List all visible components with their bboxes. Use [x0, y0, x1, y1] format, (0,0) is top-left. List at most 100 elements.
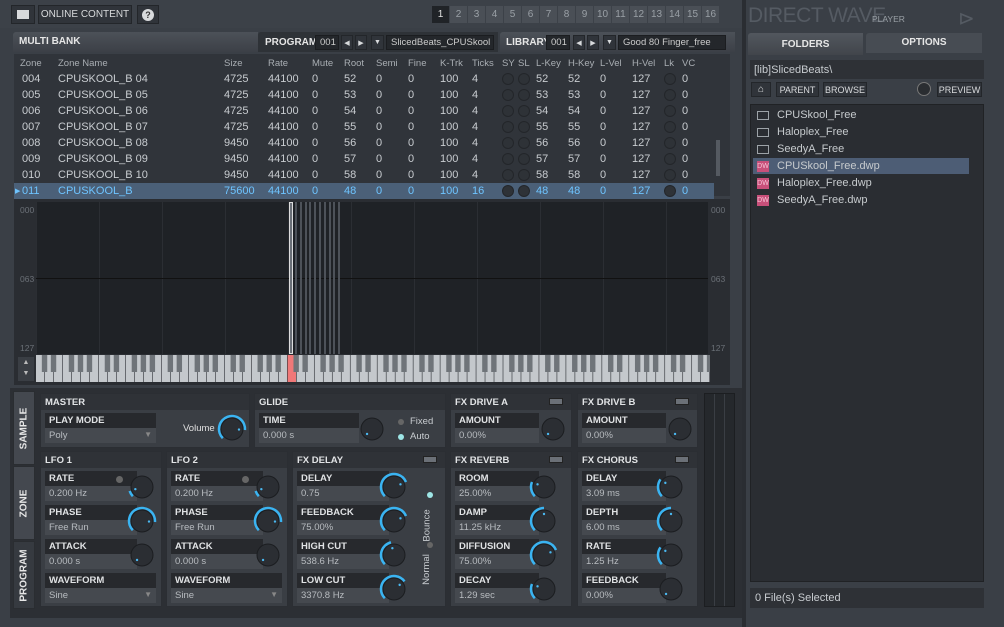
- library-name[interactable]: Good 80 Finger_free: [618, 35, 726, 50]
- black-key[interactable]: [302, 355, 308, 372]
- lfo2-attack-knob[interactable]: [253, 540, 283, 570]
- column-header[interactable]: Ticks: [472, 58, 494, 69]
- black-key[interactable]: [194, 355, 201, 372]
- fx_reverb-damp-knob[interactable]: [529, 506, 559, 536]
- fx_reverb-room-knob[interactable]: [529, 472, 559, 502]
- black-key[interactable]: [275, 355, 281, 372]
- sync-toggle[interactable]: [502, 121, 514, 133]
- tab-program[interactable]: PROGRAM: [13, 541, 35, 609]
- sync-toggle[interactable]: [502, 153, 514, 165]
- black-key[interactable]: [652, 355, 659, 372]
- black-key[interactable]: [518, 355, 524, 372]
- sync-toggle[interactable]: [502, 89, 514, 101]
- black-key[interactable]: [706, 355, 710, 372]
- column-header[interactable]: L-Vel: [600, 58, 622, 69]
- table-row[interactable]: 009 CPUSKOOL_B 09 9450 44100 0 57 0 0 100 4 57 57 0 1…: [14, 151, 714, 167]
- sync-toggle[interactable]: [502, 169, 514, 181]
- black-key[interactable]: [572, 355, 578, 372]
- lock-toggle[interactable]: [664, 121, 676, 133]
- lfo1-rate-knob[interactable]: [127, 472, 157, 502]
- program-prev-button[interactable]: ◀: [341, 35, 353, 50]
- library-prev-button[interactable]: ◀: [573, 35, 585, 50]
- column-header[interactable]: K-Trk: [440, 58, 463, 69]
- lock-toggle[interactable]: [664, 89, 676, 101]
- file-list-item[interactable]: DW SeedyA_Free.dwp: [753, 192, 969, 208]
- tab-zone[interactable]: ZONE: [13, 466, 35, 540]
- black-key[interactable]: [239, 355, 245, 372]
- library-next-button[interactable]: ▶: [587, 35, 599, 50]
- path-field[interactable]: [lib]SlicedBeats\: [750, 60, 984, 79]
- zone-map[interactable]: [36, 202, 708, 354]
- page-button-1[interactable]: 1: [432, 6, 449, 23]
- library-dropdown-button[interactable]: ▼: [603, 35, 616, 50]
- black-key[interactable]: [634, 355, 641, 372]
- lock-toggle[interactable]: [664, 137, 676, 149]
- page-button-11[interactable]: 11: [612, 6, 629, 23]
- preview-volume-knob[interactable]: [917, 82, 931, 96]
- black-key[interactable]: [104, 355, 111, 372]
- zone-slice[interactable]: [328, 202, 331, 354]
- lock-toggle[interactable]: [664, 169, 676, 181]
- zone-slice[interactable]: [333, 202, 336, 354]
- black-key[interactable]: [167, 355, 174, 372]
- column-header[interactable]: L-Key: [536, 58, 561, 69]
- fx_delay-feedback-knob[interactable]: [379, 506, 409, 536]
- lfo2-rate-sync-led[interactable]: [242, 476, 249, 483]
- lfo1-waveform-select[interactable]: WAVEFORM Sine ▼: [45, 573, 156, 603]
- black-key[interactable]: [50, 355, 57, 372]
- sync-toggle[interactable]: [502, 73, 514, 85]
- black-key[interactable]: [419, 355, 425, 372]
- multi-bank-tab[interactable]: MULTI BANK: [13, 32, 258, 52]
- table-row[interactable]: 008 CPUSKOOL_B 08 9450 44100 0 56 0 0 100 4 56 56 0 1…: [14, 135, 714, 151]
- black-key[interactable]: [257, 355, 263, 372]
- browse-button[interactable]: BROWSE: [823, 82, 867, 97]
- solo-toggle[interactable]: [518, 137, 530, 149]
- zone-slice[interactable]: [319, 202, 321, 354]
- column-header[interactable]: Rate: [268, 58, 288, 69]
- fx_delay-high-cut-knob[interactable]: [379, 540, 409, 570]
- page-button-15[interactable]: 15: [684, 6, 701, 23]
- zone-slice[interactable]: [295, 202, 297, 354]
- page-button-3[interactable]: 3: [468, 6, 485, 23]
- lfo2-rate-knob[interactable]: [253, 472, 283, 502]
- black-key[interactable]: [203, 355, 209, 372]
- zone-slice[interactable]: [299, 202, 302, 354]
- page-button-5[interactable]: 5: [504, 6, 521, 23]
- fx_chorus-feedback-knob[interactable]: [656, 574, 686, 604]
- drive-a-amount-knob[interactable]: [538, 414, 568, 444]
- zone-slice[interactable]: [314, 202, 317, 354]
- solo-toggle[interactable]: [518, 121, 530, 133]
- lfo1-phase-knob[interactable]: [127, 506, 157, 536]
- lock-toggle[interactable]: [664, 153, 676, 165]
- black-key[interactable]: [616, 355, 623, 372]
- black-key[interactable]: [212, 355, 218, 372]
- zone-slice[interactable]: [309, 202, 312, 354]
- fx-drive-b-toggle[interactable]: [675, 398, 689, 405]
- fx-drive-a-toggle[interactable]: [549, 398, 563, 405]
- black-key[interactable]: [643, 355, 650, 372]
- sync-toggle[interactable]: [502, 185, 514, 197]
- black-key[interactable]: [509, 355, 515, 372]
- volume-knob[interactable]: [217, 414, 247, 444]
- black-key[interactable]: [338, 355, 344, 372]
- black-key[interactable]: [392, 355, 398, 372]
- file-list-item[interactable]: DW Haloplex_Free.dwp: [753, 175, 969, 191]
- glide-time-knob[interactable]: [357, 414, 387, 444]
- column-header[interactable]: VC: [682, 58, 695, 69]
- lfo2-waveform-select[interactable]: WAVEFORM Sine ▼: [171, 573, 282, 603]
- table-row[interactable]: 006 CPUSKOOL_B 06 4725 44100 0 54 0 0 100 4 54 54 0 1…: [14, 103, 714, 119]
- file-list-item[interactable]: Haloplex_Free: [753, 124, 969, 140]
- black-key[interactable]: [77, 355, 84, 372]
- table-row[interactable]: ▶ 011 CPUSKOOL_B 75600 44100 0 48 0 0 100 16 48 48 0 1…: [14, 183, 714, 199]
- file-list-item[interactable]: CPUSkool_Free: [753, 107, 969, 123]
- lock-toggle[interactable]: [664, 185, 676, 197]
- fixed-radio[interactable]: [398, 419, 404, 425]
- black-key[interactable]: [113, 355, 120, 372]
- online-content-button[interactable]: ONLINE CONTENT: [38, 5, 132, 24]
- black-key[interactable]: [41, 355, 48, 372]
- black-key[interactable]: [401, 355, 407, 372]
- table-scrollbar[interactable]: [716, 140, 720, 176]
- normal-radio[interactable]: [427, 542, 433, 548]
- black-key[interactable]: [149, 355, 156, 372]
- program-dropdown-button[interactable]: ▼: [371, 35, 384, 50]
